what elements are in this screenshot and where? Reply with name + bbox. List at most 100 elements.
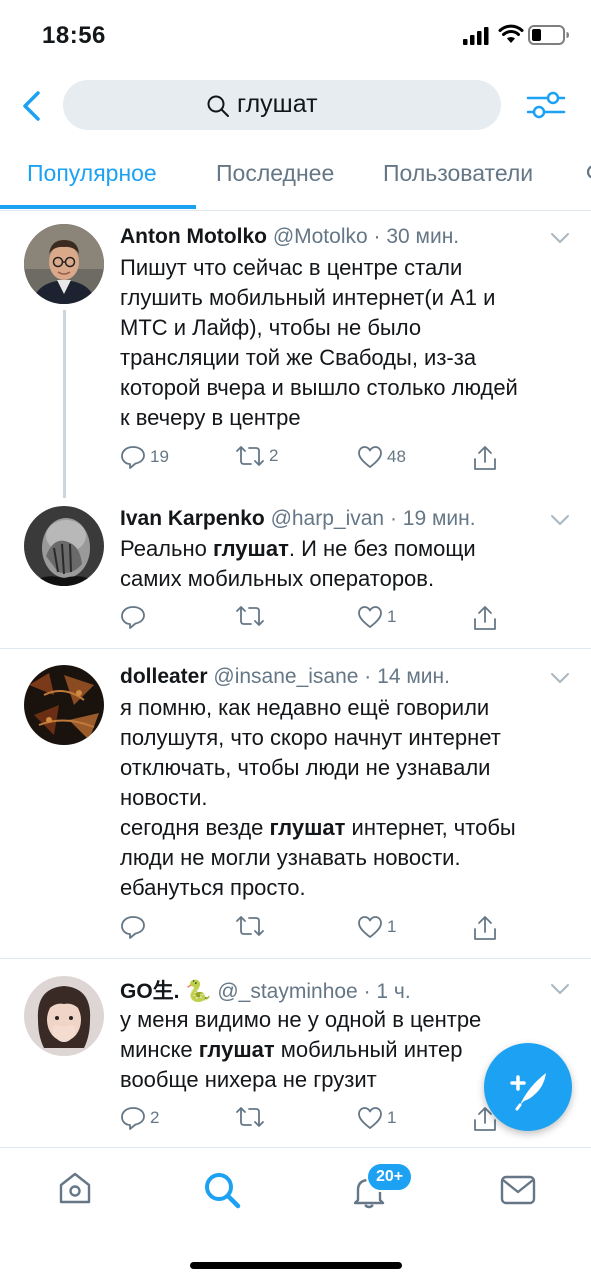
reply-icon	[121, 1107, 145, 1130]
tab-overflow-fragment[interactable]	[584, 160, 591, 190]
tweet-text-segment: минске	[120, 1037, 199, 1062]
retweet-icon	[236, 606, 264, 626]
tweet-text-line: люди не могли узнавать новости.	[120, 845, 461, 870]
tweet-text-segment: интернет, чтобы	[345, 815, 516, 840]
share-button[interactable]	[473, 445, 497, 471]
search-term-highlight: глушат	[269, 815, 346, 840]
tweet-actions: 1	[120, 605, 560, 635]
search-tab-icon[interactable]	[202, 1170, 242, 1210]
like-icon	[358, 916, 382, 938]
tweet-header: dolleater @insane_isane · 14 мин.	[120, 665, 450, 688]
reply-icon	[121, 916, 145, 939]
author-name[interactable]: dolleater	[120, 665, 208, 688]
tab-users[interactable]: Пользователи	[383, 160, 533, 187]
reply-button[interactable]: 19	[120, 445, 169, 469]
author-name[interactable]: GO生. 🐍	[120, 980, 212, 1003]
share-button[interactable]	[473, 605, 497, 631]
bottom-nav: 20+	[0, 1147, 591, 1281]
avatar[interactable]	[24, 506, 104, 586]
like-icon	[358, 606, 382, 628]
reply-count: 19	[150, 447, 169, 466]
messages-icon[interactable]	[500, 1174, 536, 1206]
search-icon	[207, 95, 229, 117]
share-button[interactable]	[473, 915, 497, 941]
chevron-down-icon[interactable]	[550, 232, 570, 244]
tab-latest[interactable]: Последнее	[216, 160, 334, 187]
tweet-motolko[interactable]: Anton Motolko @Motolko · 30 мин. Пишут ч…	[0, 210, 591, 500]
wifi-icon	[498, 24, 524, 43]
search-tabs: Популярное Последнее Пользователи	[0, 148, 591, 211]
retweet-icon	[236, 446, 264, 466]
author-name[interactable]: Ivan Karpenko	[120, 507, 265, 530]
tweet-text-line: у меня видимо не у одной в центре	[120, 1007, 482, 1032]
status-bar: 18:56	[0, 0, 591, 70]
avatar[interactable]	[24, 976, 104, 1056]
author-name[interactable]: Anton Motolko	[120, 225, 267, 248]
tweet-text-segment: мобильный интер	[274, 1037, 463, 1062]
retweet-count: 2	[269, 446, 279, 465]
retweet-button[interactable]	[235, 605, 269, 627]
home-icon[interactable]	[57, 1170, 93, 1206]
reply-button[interactable]: 2	[120, 1106, 159, 1130]
avatar[interactable]	[24, 224, 104, 304]
thread-connector	[63, 310, 66, 498]
retweet-icon	[236, 1107, 264, 1127]
share-icon	[474, 446, 496, 470]
retweet-button[interactable]	[235, 915, 269, 937]
notifications-badge: 20+	[366, 1162, 414, 1192]
like-icon	[358, 446, 382, 468]
tweet-text-segment: . И не без помощи	[288, 536, 476, 561]
tweet-text-line: к вечеру в центре	[120, 405, 301, 430]
tweet-text-line: новости.	[120, 785, 208, 810]
tweet-text-line: я помню, как недавно ещё говорили	[120, 695, 490, 720]
author-handle[interactable]: @harp_ivan	[271, 507, 385, 530]
back-icon[interactable]	[20, 90, 44, 122]
tab-popular[interactable]: Популярное	[27, 160, 157, 187]
retweet-button[interactable]	[235, 1106, 269, 1128]
chevron-down-icon[interactable]	[550, 514, 570, 526]
avatar[interactable]	[24, 665, 104, 745]
like-count: 48	[387, 447, 406, 466]
tweet-text-line: глушить мобильный интернет(и А1 и	[120, 285, 496, 310]
retweet-icon	[236, 916, 264, 936]
reply-button[interactable]	[120, 915, 150, 939]
like-icon	[358, 1107, 382, 1129]
tweet-header: Ivan Karpenko @harp_ivan · 19 мин.	[120, 507, 476, 530]
tweet-text: Реально глушат. И не без помощи самих мо…	[120, 534, 570, 594]
tweet-time: 30 мин.	[386, 225, 460, 248]
retweet-button[interactable]: 2	[235, 445, 278, 467]
filter-icon[interactable]	[526, 88, 566, 122]
author-handle[interactable]: @insane_isane	[213, 665, 358, 688]
tweet-actions: 19 2 48	[120, 445, 560, 475]
tweet-text-segment: сегодня везде	[120, 815, 270, 840]
reply-button[interactable]	[120, 605, 150, 629]
like-count: 1	[387, 917, 397, 936]
chevron-down-icon[interactable]	[550, 672, 570, 684]
tweet-text-segment: Реально	[120, 536, 213, 561]
author-handle[interactable]: @Motolko	[273, 225, 368, 248]
compose-button[interactable]	[484, 1043, 572, 1131]
like-button[interactable]: 48	[357, 445, 406, 469]
search-input[interactable]: глушат	[63, 80, 501, 130]
author-handle[interactable]: @_stayminhoe	[217, 980, 357, 1003]
tweet-actions: 1	[120, 915, 560, 945]
tweet-text-line: отключать, чтобы люди не узнавали	[120, 755, 491, 780]
like-button[interactable]: 1	[357, 605, 396, 629]
like-count: 1	[387, 1108, 397, 1127]
home-indicator	[190, 1262, 402, 1269]
tweet-dolleater[interactable]: dolleater @insane_isane · 14 мин. я помн…	[0, 649, 591, 957]
tweet-time: 19 мин.	[402, 507, 476, 530]
tweet-karpenko[interactable]: Ivan Karpenko @harp_ivan · 19 мин. Реаль…	[0, 500, 591, 648]
active-tab-indicator	[0, 205, 196, 209]
like-button[interactable]: 1	[357, 1106, 396, 1130]
reply-icon	[121, 446, 145, 469]
like-button[interactable]: 1	[357, 915, 396, 939]
battery-icon	[528, 25, 569, 45]
tweet-text-line: трансляции той же Свабоды, из-за	[120, 345, 477, 370]
tweet-text-line: полушутя, что скоро начнут интернет	[120, 725, 501, 750]
share-icon	[474, 606, 496, 630]
chevron-down-icon[interactable]	[550, 983, 570, 995]
tweet-header: Anton Motolko @Motolko · 30 мин.	[120, 225, 460, 248]
tweet-time: 1 ч.	[376, 980, 411, 1003]
tweet-header: GO生. 🐍 @_stayminhoe · 1 ч.	[120, 980, 411, 1003]
